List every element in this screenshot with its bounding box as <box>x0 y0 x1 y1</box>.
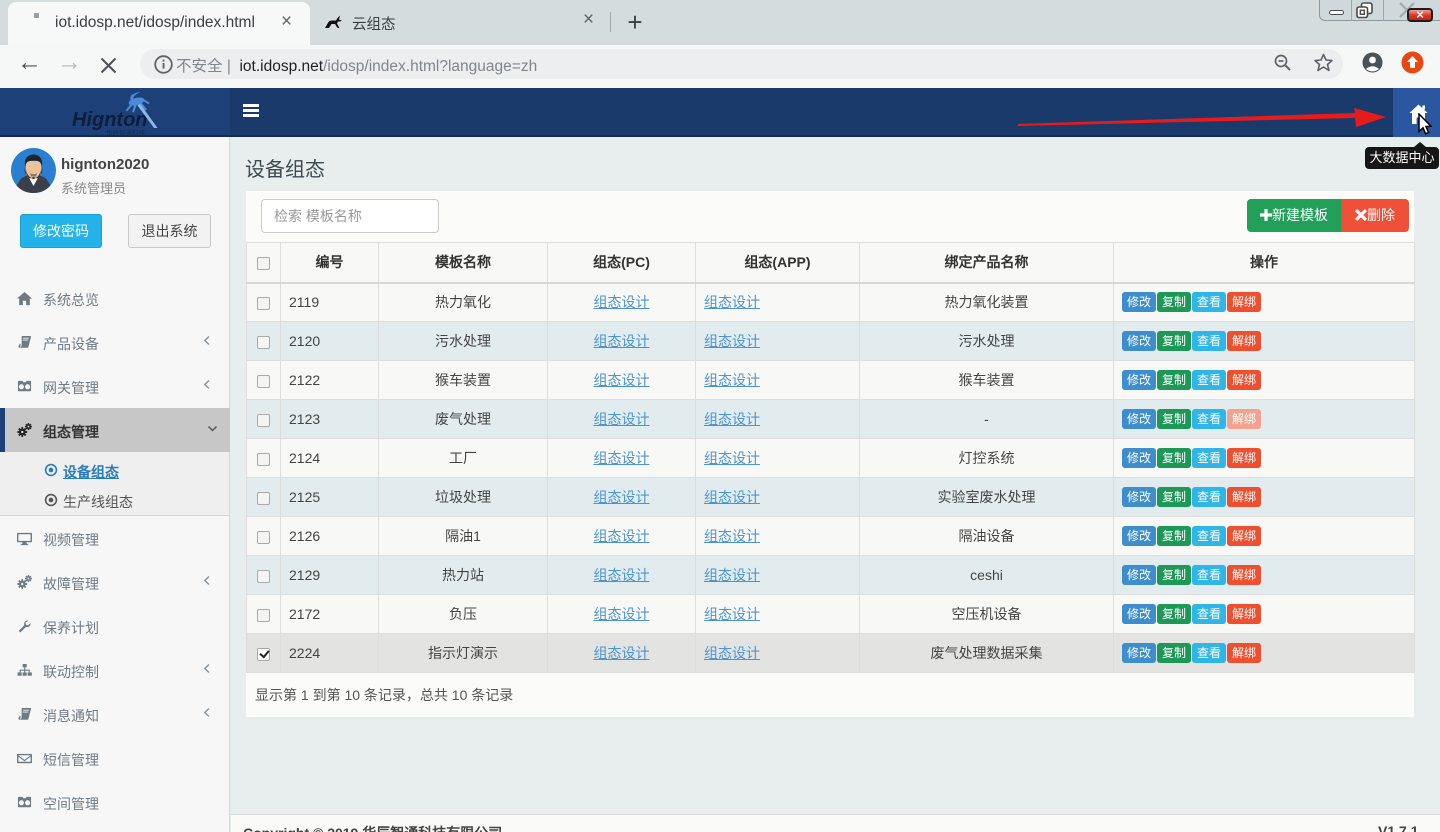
svg-text:Hignton: Hignton <box>72 109 148 131</box>
svg-text:华辰智通科技: 华辰智通科技 <box>106 128 146 137</box>
